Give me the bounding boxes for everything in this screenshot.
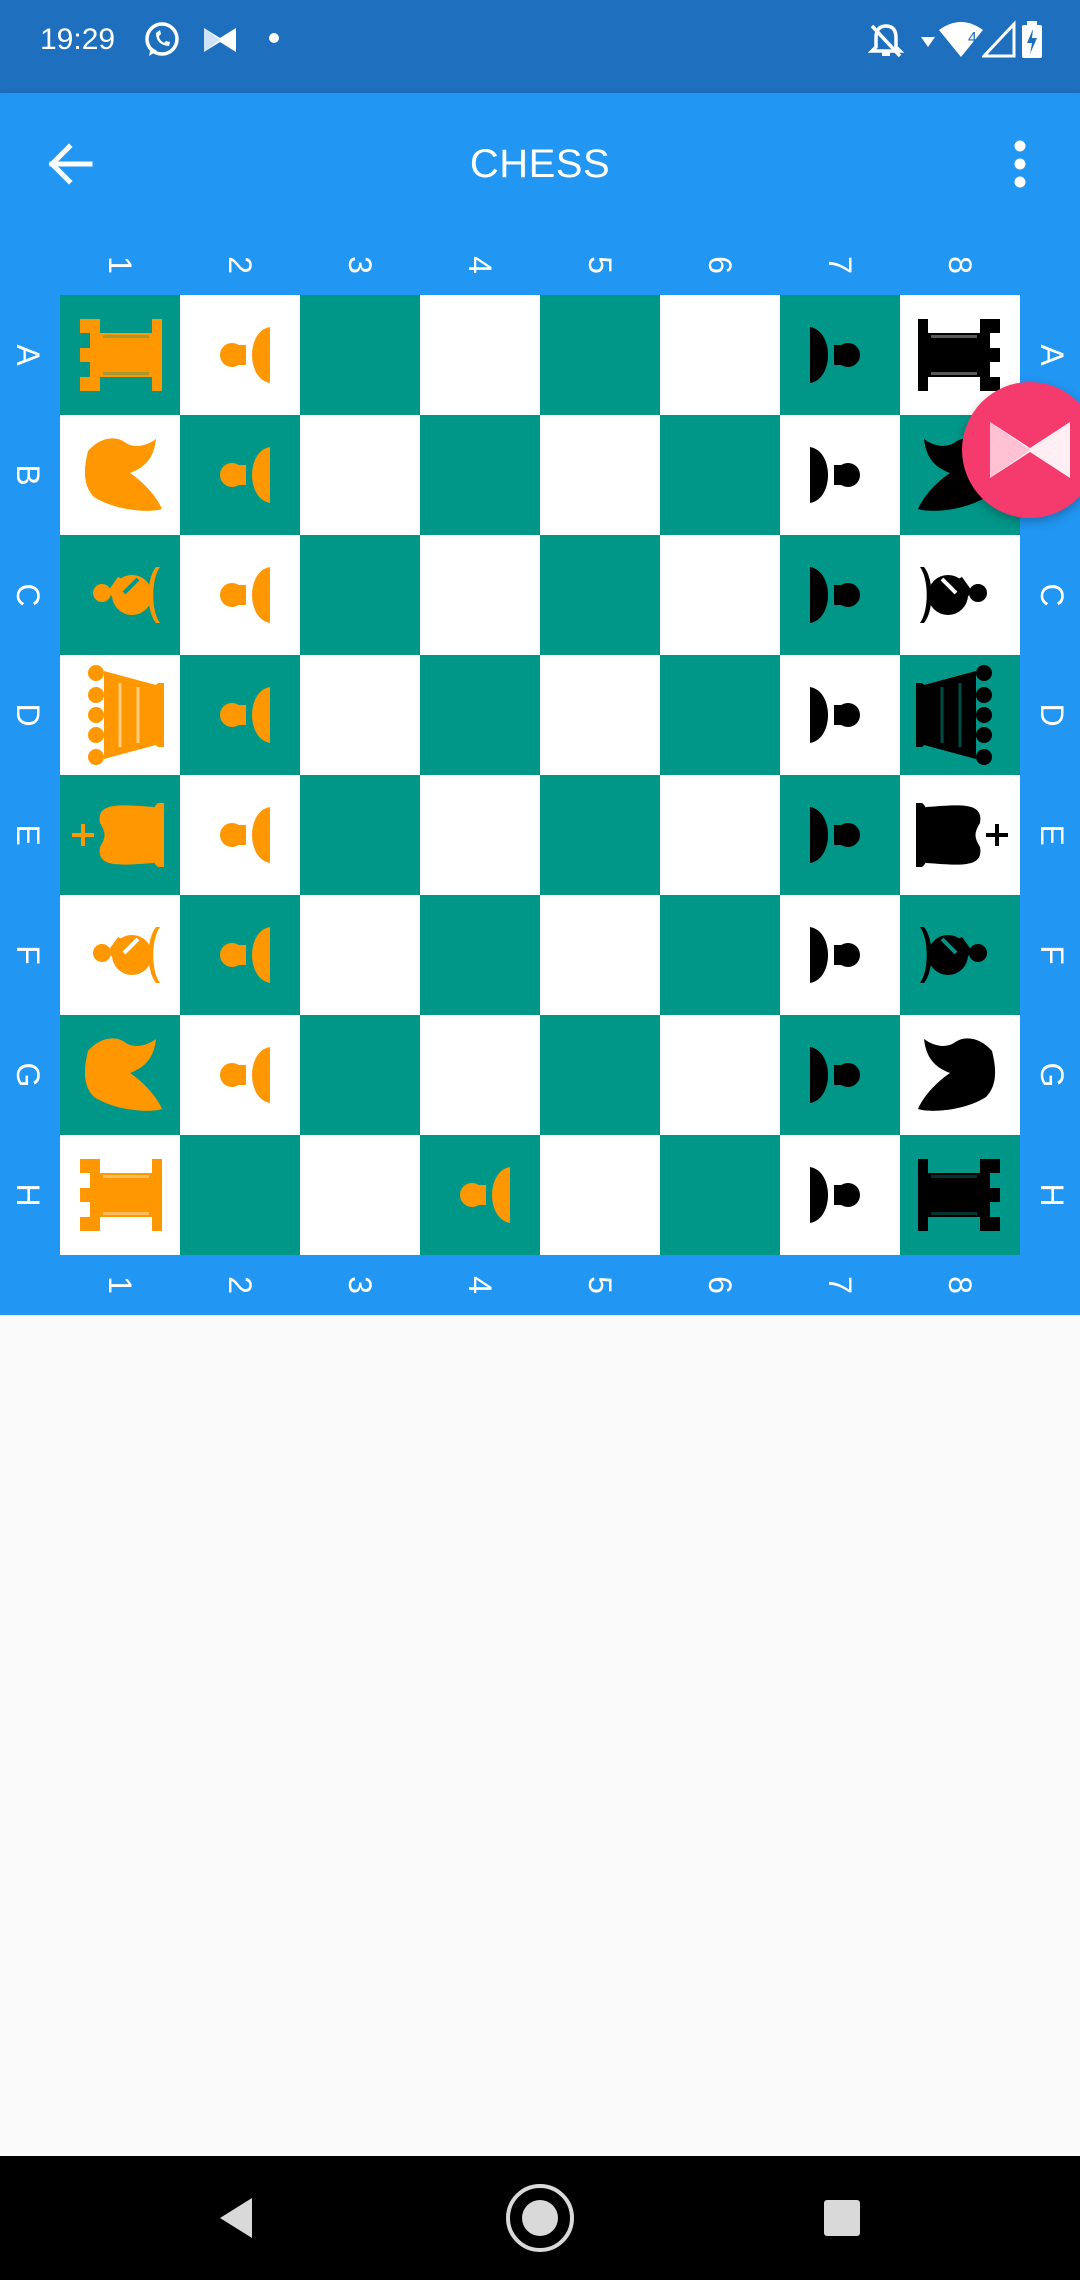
- board-square-e5[interactable]: [540, 775, 660, 895]
- col-label: 1: [102, 1276, 138, 1294]
- status-time: 19:29: [40, 23, 116, 56]
- signal-icon: [982, 20, 1016, 58]
- row-label: H: [1034, 1183, 1070, 1206]
- board-square-c4[interactable]: [420, 535, 540, 655]
- wifi-icon: 4: [939, 22, 983, 57]
- row-label: C: [10, 583, 46, 606]
- col-label: 1: [102, 256, 138, 274]
- row-label: G: [1034, 1063, 1070, 1088]
- board-square-f3[interactable]: [300, 895, 420, 1015]
- col-label: 2: [222, 1276, 258, 1294]
- board-square-f6[interactable]: [660, 895, 780, 1015]
- col-label: 8: [942, 256, 978, 274]
- row-label: F: [10, 945, 46, 965]
- row-label: F: [1034, 945, 1070, 965]
- col-label: 5: [582, 256, 618, 274]
- app-bar: CHESS: [0, 93, 1080, 235]
- recents-square-icon[interactable]: [818, 2190, 866, 2246]
- col-label: 3: [342, 1276, 378, 1294]
- row-label: C: [1034, 583, 1070, 606]
- back-triangle-icon[interactable]: [210, 2190, 266, 2246]
- board-square-b6[interactable]: [660, 415, 780, 535]
- board-square-h6[interactable]: [660, 1135, 780, 1255]
- board-square-d5[interactable]: [540, 655, 660, 775]
- row-label: A: [10, 344, 46, 366]
- board-square-e4[interactable]: [420, 775, 540, 895]
- back-button[interactable]: [28, 120, 116, 208]
- col-label: 5: [582, 1276, 618, 1294]
- col-label: 2: [222, 256, 258, 274]
- board-square-c6[interactable]: [660, 535, 780, 655]
- board-square-c5[interactable]: [540, 535, 660, 655]
- board-square-c3[interactable]: [300, 535, 420, 655]
- col-label: 8: [942, 1276, 978, 1294]
- board-square-f5[interactable]: [540, 895, 660, 1015]
- board-square-g3[interactable]: [300, 1015, 420, 1135]
- board-square-b4[interactable]: [420, 415, 540, 535]
- col-label: 6: [702, 256, 738, 274]
- board-square-a6[interactable]: [660, 295, 780, 415]
- board-square-g4[interactable]: [420, 1015, 540, 1135]
- overflow-menu-button[interactable]: [980, 120, 1060, 208]
- row-label: E: [1034, 824, 1070, 845]
- more-vert-icon: [1014, 140, 1026, 188]
- board-square-g6[interactable]: [660, 1015, 780, 1135]
- home-circle-icon[interactable]: [500, 2182, 580, 2254]
- board-square-e3[interactable]: [300, 775, 420, 895]
- col-label: 4: [462, 256, 498, 274]
- navigation-bar: [0, 2156, 1080, 2280]
- row-label: B: [10, 464, 46, 485]
- board-square-a3[interactable]: [300, 295, 420, 415]
- board-square-a4[interactable]: [420, 295, 540, 415]
- row-label: D: [1034, 703, 1070, 726]
- chess-board[interactable]: 1122334455667788AABBCCDDEEFFGGHH: [0, 235, 1080, 1315]
- board-square-b5[interactable]: [540, 415, 660, 535]
- row-label: D: [10, 703, 46, 726]
- col-label: 7: [822, 1276, 858, 1294]
- board-square-b3[interactable]: [300, 415, 420, 535]
- board-square-h5[interactable]: [540, 1135, 660, 1255]
- col-label: 7: [822, 256, 858, 274]
- row-label: E: [10, 824, 46, 845]
- network-label: 4: [968, 30, 977, 47]
- board-square-e6[interactable]: [660, 775, 780, 895]
- col-label: 4: [462, 1276, 498, 1294]
- battery-charging-icon: [1022, 21, 1042, 58]
- musixmatch-icon: [204, 28, 236, 52]
- bell-off-icon: [867, 24, 905, 58]
- board-square-h3[interactable]: [300, 1135, 420, 1255]
- board-square-d4[interactable]: [420, 655, 540, 775]
- board-square-d6[interactable]: [660, 655, 780, 775]
- board-square-g5[interactable]: [540, 1015, 660, 1135]
- col-label: 6: [702, 1276, 738, 1294]
- row-label: H: [10, 1183, 46, 1206]
- board-square-a5[interactable]: [540, 295, 660, 415]
- board-square-h2[interactable]: [180, 1135, 300, 1255]
- arrow-left-icon: [48, 143, 93, 185]
- col-label: 3: [342, 256, 378, 274]
- chess-board-area: 1122334455667788AABBCCDDEEFFGGHH: [0, 235, 1080, 1315]
- dot-icon: [269, 33, 279, 43]
- row-label: A: [1034, 344, 1070, 366]
- musixmatch-icon: [990, 422, 1070, 478]
- whatsapp-icon: [145, 22, 179, 56]
- floating-lyrics-bubble[interactable]: [962, 382, 1080, 518]
- row-label: G: [10, 1063, 46, 1088]
- app-title: CHESS: [469, 142, 611, 186]
- data-arrow-icon: [921, 37, 935, 47]
- status-bar: 19:29 4: [0, 0, 1080, 93]
- board-square-d3[interactable]: [300, 655, 420, 775]
- board-square-f4[interactable]: [420, 895, 540, 1015]
